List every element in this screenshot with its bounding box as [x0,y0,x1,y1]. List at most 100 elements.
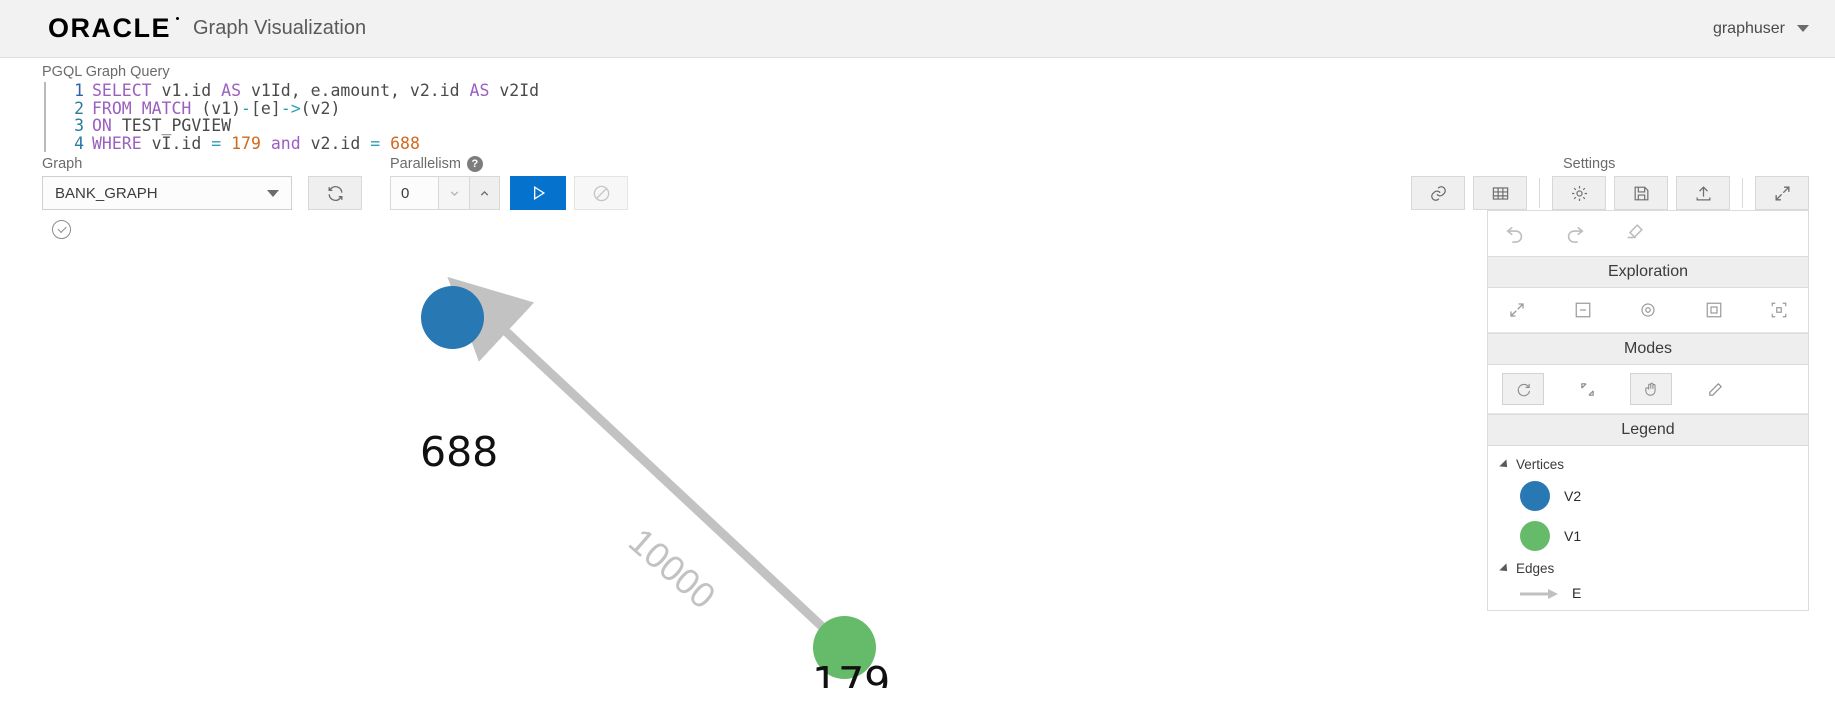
undo-icon [1506,226,1523,243]
code-token: (v1) [201,98,242,118]
legend-edges-list: E [1488,580,1808,606]
parallelism-increment-button[interactable] [469,176,500,210]
select-mode-button[interactable] [1566,373,1608,405]
play-icon [534,185,546,201]
legend-group-edges[interactable]: Edges [1488,556,1808,580]
modes-header: Modes [1488,333,1808,365]
upload-button[interactable] [1676,176,1730,210]
query-code[interactable]: 1 SELECT v1.id AS v1Id, e.amount, v2.id A… [46,82,539,152]
chevron-down-icon [1797,25,1809,32]
query-editor[interactable]: 1 SELECT v1.id AS v1Id, e.amount, v2.id A… [42,82,1835,152]
line-number: 1 [74,81,84,100]
refresh-button[interactable] [308,176,362,210]
edge-line [447,276,849,652]
vertex-node-688[interactable] [421,286,484,349]
code-token: AS [221,81,242,100]
save-icon [1634,186,1648,200]
collapse-icon [1575,302,1590,318]
arrow-icon [1520,589,1558,599]
vertex-label-688: 688 [420,428,499,476]
code-token: v2.id [310,133,361,153]
legend-item[interactable]: E [1488,580,1808,606]
group-button[interactable] [1699,297,1729,323]
app-header: ORACLE Graph Visualization graphuser [0,0,1835,58]
legend-item[interactable]: V1 [1488,516,1808,556]
run-query-button[interactable] [510,176,566,210]
table-icon [1492,186,1508,200]
code-token: 688 [390,133,420,153]
code-token: SELECT [92,81,152,100]
code-token: WHERE [92,133,142,153]
rotate-mode-button[interactable] [1502,373,1544,405]
graph-canvas[interactable]: 688 179 10000 Exploration Modes Legend V… [0,210,1835,688]
parallelism-decrement-button[interactable] [438,176,469,210]
triangle-collapse-icon [1499,562,1511,575]
cancel-icon [593,185,609,201]
settings-label: Settings [1563,156,1616,172]
ungroup-button[interactable] [1764,297,1794,323]
control-bar: Graph BANK_GRAPH Parallelism ? 0 Setting… [0,152,1835,210]
ungroup-icon [1771,302,1787,318]
legend-item-label: V2 [1564,488,1582,504]
line-number: 2 [74,98,84,118]
history-toolbar [1488,211,1808,256]
legend-vertex-swatch [1520,521,1550,551]
gear-icon [1571,185,1587,201]
code-token: (v2) [300,98,341,118]
pan-mode-button[interactable] [1630,373,1672,405]
oracle-logo: ORACLE [48,15,179,42]
chevron-down-icon [267,189,279,197]
fullscreen-button[interactable] [1755,176,1809,210]
graph-selector-group: Graph BANK_GRAPH [42,156,362,210]
save-button[interactable] [1614,176,1668,210]
collapse-button[interactable] [1568,297,1598,323]
modes-toolbar [1488,365,1808,414]
redo-button[interactable] [1564,221,1586,248]
help-icon[interactable]: ? [466,156,483,172]
graph-edges [447,276,849,652]
exploration-toolbar [1488,288,1808,333]
clear-button[interactable] [1624,221,1646,248]
legend-item-label: E [1572,585,1582,601]
cancel-query-button[interactable] [574,176,628,210]
erase-icon [1627,224,1643,239]
link-button[interactable] [1411,176,1465,210]
parallelism-label-text: Parallelism [390,156,461,172]
line-number: 4 [74,133,84,153]
undo-button[interactable] [1504,221,1526,248]
code-token: = [211,133,222,153]
code-token: vI.id [151,133,202,153]
code-token: FROM [92,98,132,118]
line-number: 3 [74,116,84,135]
code-token: [e] [250,98,281,118]
graph-label: Graph [42,156,83,172]
graph-select[interactable]: BANK_GRAPH [42,176,292,210]
user-menu[interactable]: graphuser [1713,20,1809,38]
toolbar-divider-2 [1742,178,1743,208]
query-line: 2 FROM MATCH (v1)-[e]->(v2) [46,98,539,118]
edit-mode-button[interactable] [1694,373,1736,405]
legend-item[interactable]: V2 [1488,476,1808,516]
focus-button[interactable] [1633,297,1663,323]
exploration-header: Exploration [1488,256,1808,288]
code-token: and [270,133,301,153]
expand-button[interactable] [1502,297,1532,323]
group-icon [1706,302,1721,318]
table-button[interactable] [1473,176,1527,210]
edit-icon [1708,382,1722,396]
code-token: AS [469,81,490,100]
code-token: = [370,133,381,153]
tools-panel: Exploration Modes Legend Vertices V2 V1 … [1487,210,1809,611]
parallelism-input[interactable]: 0 [390,176,438,210]
code-token: - [241,98,251,118]
legend-group-vertices[interactable]: Vertices [1488,452,1808,476]
settings-button[interactable] [1552,176,1606,210]
fullscreen-icon [1774,185,1790,201]
query-line: 4 WHERE vI.id = 179 and v2.id = 688 [46,133,539,153]
